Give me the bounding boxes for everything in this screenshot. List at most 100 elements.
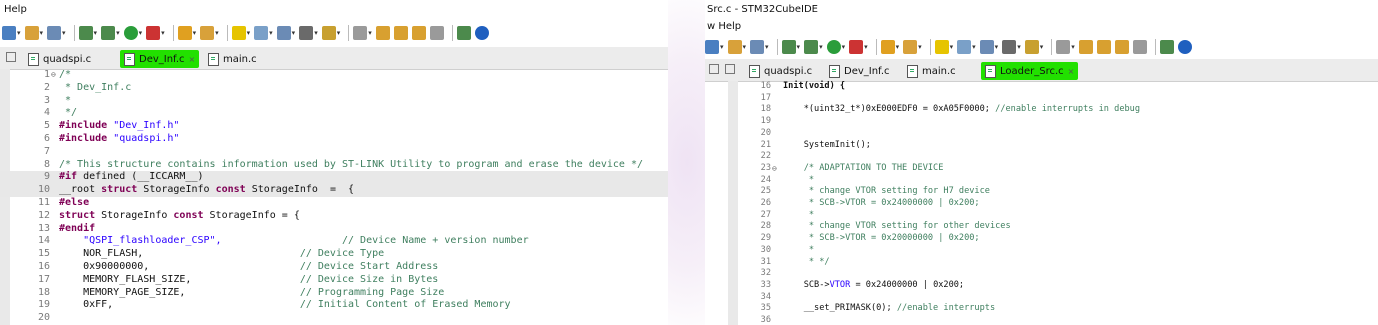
- annotation-icon[interactable]: ▾: [321, 24, 340, 42]
- code-line: 5 #include "Dev_Inf.h": [0, 120, 668, 133]
- format-icon[interactable]: ▾: [254, 24, 273, 42]
- forward-icon[interactable]: [393, 24, 408, 42]
- settings-icon[interactable]: ▾: [781, 38, 800, 56]
- fold-icon[interactable]: ⊖: [772, 163, 777, 175]
- open-folder-icon[interactable]: ▾: [177, 24, 196, 42]
- line-number: 3: [43, 94, 50, 106]
- info-icon[interactable]: [1177, 38, 1192, 56]
- left-arrow-icon[interactable]: [411, 24, 426, 42]
- code-text: MEMORY_FLASH_SIZE, // Device Size in Byt…: [59, 273, 439, 285]
- line-number: 13: [37, 222, 50, 234]
- forward-icon[interactable]: [1096, 38, 1111, 56]
- c-file-icon: [124, 52, 135, 66]
- code-line: 16 0x90000000, // Device Start Address: [0, 261, 668, 274]
- minimize-icon[interactable]: [709, 64, 719, 74]
- run-icon[interactable]: ▾: [826, 38, 845, 56]
- external-tools-icon[interactable]: ▾: [849, 38, 868, 56]
- code-text: * SCB->VTOR = 0x24000000 | 0x200;: [783, 198, 980, 208]
- line-number: 1: [43, 69, 50, 80]
- save-icon[interactable]: ▾: [24, 24, 43, 42]
- minimize-icon[interactable]: [6, 52, 16, 62]
- code-line: 18 *(uint32_t*)0xE000EDF0 = 0xA05F0000; …: [705, 104, 1378, 116]
- editor-tab[interactable]: Dev_Inf.c: [829, 62, 890, 80]
- format-icon[interactable]: ▾: [957, 38, 976, 56]
- code-editor[interactable]: 16 Init(void) {17 18 *(uint32_t*)0xE000EDF…: [705, 81, 1378, 325]
- perspective-icon[interactable]: [456, 24, 471, 42]
- external-tools-icon[interactable]: ▾: [146, 24, 165, 42]
- close-tab-icon[interactable]: ⨯: [189, 55, 196, 64]
- line-number: 10: [37, 184, 50, 196]
- wand-icon[interactable]: ▾: [903, 38, 922, 56]
- nav-icon[interactable]: ▾: [353, 24, 372, 42]
- right-arrow-icon[interactable]: [429, 24, 444, 42]
- annotation-icon[interactable]: ▾: [1024, 38, 1043, 56]
- editor-tab[interactable]: Dev_Inf.c ⨯: [120, 50, 200, 68]
- highlight-icon[interactable]: ▾: [934, 38, 953, 56]
- line-number: 17: [760, 92, 771, 103]
- line-number: 14: [37, 235, 50, 247]
- settings-icon[interactable]: ▾: [78, 24, 97, 42]
- code-line: 6 #include "quadspi.h": [0, 133, 668, 146]
- close-tab-icon[interactable]: ⨯: [1068, 67, 1075, 76]
- code-text: 0xFF, // Initial Content of Erased Memor…: [59, 299, 511, 311]
- line-number: 28: [760, 221, 771, 232]
- print-icon[interactable]: ▾: [750, 38, 769, 56]
- back-icon[interactable]: [375, 24, 390, 42]
- perspective-icon[interactable]: [1159, 38, 1174, 56]
- toolbar-separator: [929, 39, 931, 55]
- left-ide-window: Help ▾ ▾ ▾ ▾ ▾ ▾ ▾ ▾ ▾ ▾ ▾ ▾ ▾ ▾ ▾ quadspi.c Dev_Inf.c ⨯…: [0, 0, 668, 325]
- c-file-icon: [208, 52, 219, 66]
- line-number: 21: [760, 139, 771, 150]
- code-line: 25 * change VTOR setting for H7 device: [705, 186, 1378, 198]
- debug-icon[interactable]: ▾: [804, 38, 823, 56]
- editor-tab[interactable]: quadspi.c: [749, 62, 812, 80]
- right-arrow-icon[interactable]: [1132, 38, 1147, 56]
- line-number: 34: [760, 291, 771, 302]
- code-line: 30 *: [705, 245, 1378, 257]
- line-number: 18: [37, 286, 50, 298]
- wand-icon[interactable]: ▾: [200, 24, 219, 42]
- back-icon[interactable]: [1078, 38, 1093, 56]
- maximize-icon[interactable]: [725, 64, 735, 74]
- info-icon[interactable]: [474, 24, 489, 42]
- code-text: * change VTOR setting for other devices: [783, 221, 1011, 232]
- new-icon[interactable]: ▾: [705, 38, 724, 56]
- run-icon[interactable]: ▾: [123, 24, 142, 42]
- editor-tab[interactable]: main.c: [907, 62, 956, 80]
- menu-help[interactable]: Help: [4, 0, 27, 20]
- c-file-icon: [985, 64, 996, 78]
- line-number: 18: [760, 104, 771, 115]
- left-arrow-icon[interactable]: [1114, 38, 1129, 56]
- c-file-icon: [829, 64, 840, 78]
- code-text: /* This structure contains information u…: [59, 158, 643, 170]
- code-line: 2 * Dev_Inf.c: [0, 82, 668, 95]
- toolbar-separator: [1154, 39, 1156, 55]
- toggle-icon[interactable]: ▾: [276, 24, 295, 42]
- line-number: 31: [760, 256, 771, 267]
- code-text: MEMORY_PAGE_SIZE, // Programming Page Si…: [59, 286, 445, 298]
- editor-tab[interactable]: Loader_Src.c ⨯: [981, 62, 1079, 80]
- open-folder-icon[interactable]: ▾: [880, 38, 899, 56]
- print-icon[interactable]: ▾: [47, 24, 66, 42]
- editor-tab[interactable]: quadspi.c: [28, 50, 91, 68]
- pilcrow-icon[interactable]: ▾: [1002, 38, 1021, 56]
- code-line: 24 *: [705, 175, 1378, 187]
- line-number: 5: [43, 120, 50, 132]
- highlight-icon[interactable]: ▾: [231, 24, 250, 42]
- code-line: 28 * change VTOR setting for other devic…: [705, 221, 1378, 233]
- code-editor[interactable]: 1 ⊖/* 2 * Dev_Inf.c 3 * 4 */5 #include "Dev_I…: [0, 69, 668, 325]
- debug-icon[interactable]: ▾: [101, 24, 120, 42]
- pilcrow-icon[interactable]: ▾: [299, 24, 318, 42]
- fold-icon[interactable]: ⊖: [51, 69, 56, 82]
- nav-icon[interactable]: ▾: [1056, 38, 1075, 56]
- toggle-icon[interactable]: ▾: [979, 38, 998, 56]
- tab-label: main.c: [922, 65, 956, 77]
- code-line: 9 #if defined (__ICCARM__): [0, 171, 668, 185]
- code-text: #else: [59, 197, 90, 208]
- editor-tab[interactable]: main.c: [208, 50, 257, 68]
- code-line: 34: [705, 292, 1378, 304]
- new-icon[interactable]: ▾: [2, 24, 21, 42]
- menu-help[interactable]: w Help: [707, 18, 741, 36]
- code-line: 11 #else: [0, 197, 668, 210]
- save-icon[interactable]: ▾: [727, 38, 746, 56]
